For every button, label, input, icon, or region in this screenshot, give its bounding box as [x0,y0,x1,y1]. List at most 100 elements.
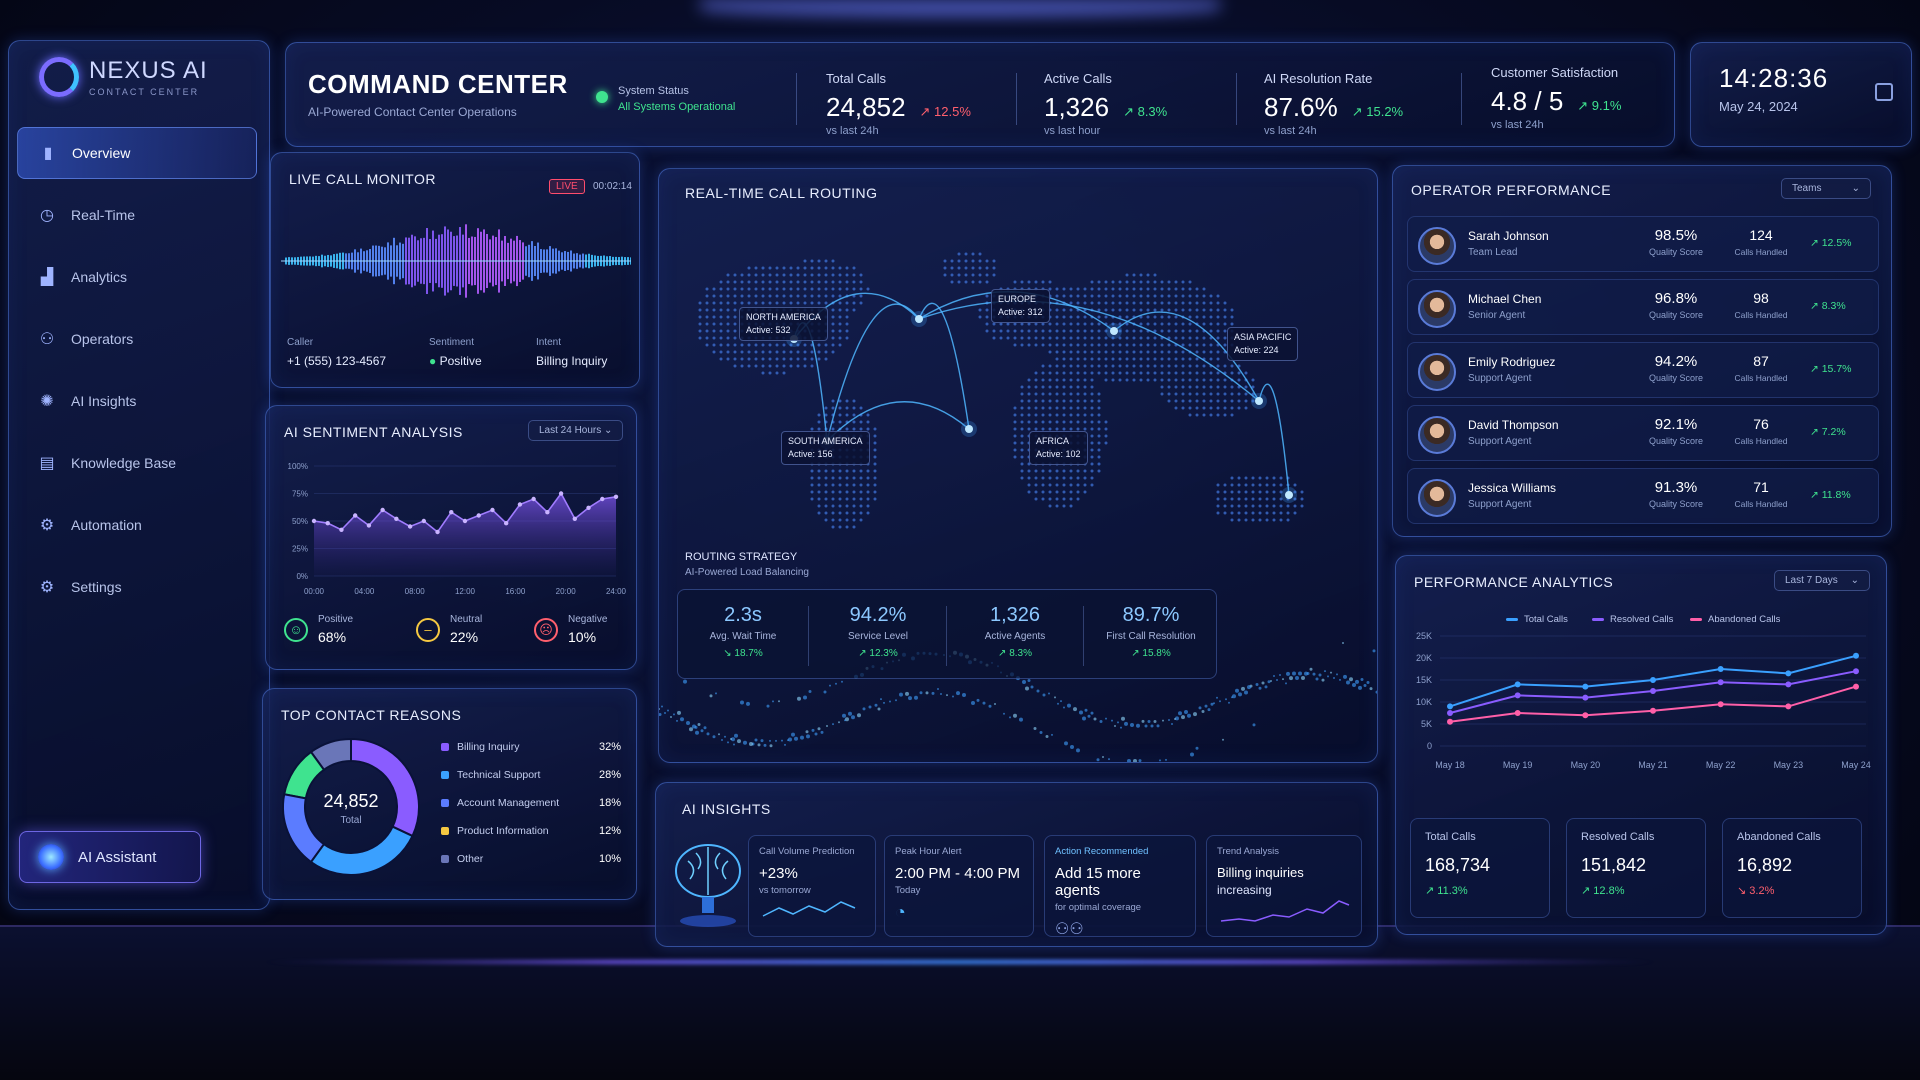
sidebar-item-automation[interactable]: ⚙ Automation [17,499,257,551]
particle [1198,706,1202,710]
particle [683,679,687,684]
map-dot [1020,469,1024,473]
quality-score: 91.3% Quality Score [1636,479,1716,509]
x-tick-label: May 23 [1774,760,1804,770]
sidebar-item-analytics[interactable]: ▟ Analytics [17,251,257,303]
map-dot [1174,329,1178,333]
map-dot [817,350,821,354]
sidebar-item-real-time[interactable]: ◷ Real-Time [17,189,257,241]
map-dot [1286,511,1290,515]
map-dot [1090,343,1094,347]
map-dot [1202,385,1206,389]
map-dot [817,287,821,291]
stat-abandoned-calls: Abandoned Calls 16,892 3.2% [1722,818,1862,918]
reason-pct: 18% [598,797,621,809]
map-dot [1069,357,1073,361]
kpi-customer-satisfaction: Customer Satisfaction 4.8 / 59.1% vs las… [1491,65,1621,131]
map-dot [866,476,870,480]
range-dropdown[interactable]: Last 7 Days ⌄ [1774,570,1870,591]
map-dot [1055,469,1059,473]
page-title: COMMAND CENTER [308,69,568,99]
map-dot [824,350,828,354]
map-dot [1048,392,1052,396]
map-dot [726,336,730,340]
hub-node [1255,397,1263,405]
map-dot [1195,343,1199,347]
series-point [1582,683,1589,690]
kpi-note: vs last 24h [1491,119,1544,131]
particle [661,705,663,708]
map-dot [1139,364,1143,368]
sentiment-point [449,510,454,515]
map-dot [1188,343,1192,347]
map-dot [1230,483,1234,487]
map-dot [1104,434,1108,438]
map-dot [1125,308,1129,312]
avatar [1418,479,1456,517]
operator-row[interactable]: Jessica Williams Support Agent 91.3% Qual… [1407,468,1879,524]
sidebar-item-overview[interactable]: ▮ Overview [17,127,257,179]
map-dot [985,266,989,270]
map-dot [1181,399,1185,403]
insight-action-recommended[interactable]: Action Recommended Add 15 more agents fo… [1044,835,1196,938]
map-dot [810,280,814,284]
sidebar-item-settings[interactable]: ⚙ Settings [17,561,257,613]
insight-trend-analysis[interactable]: Trend Analysis Billing inquiries increas… [1206,835,1362,937]
particle [1285,682,1287,685]
sidebar-item-ai-insights[interactable]: ✺ AI Insights [17,375,257,427]
map-dot [838,336,842,340]
particle [1324,670,1326,673]
map-dot [1286,504,1290,508]
map-dot [1076,497,1080,501]
series-point [1650,707,1656,714]
operator-row[interactable]: Michael Chen Senior Agent 96.8% Quality S… [1407,279,1879,335]
map-dot [1202,392,1206,396]
map-dot [845,504,849,508]
map-dot [796,357,800,361]
operator-row[interactable]: Emily Rodriguez Support Agent 94.2% Quali… [1407,342,1879,398]
kpi-note: vs last 24h [826,125,879,137]
region-active: Active: 224 [1234,345,1279,355]
map-dot [1069,469,1073,473]
map-dot [1223,497,1227,501]
map-dot [985,273,989,277]
map-dot [831,343,835,347]
ai-assistant-button[interactable]: AI Assistant [19,831,201,883]
teams-dropdown[interactable]: Teams ⌄ [1781,178,1871,199]
map-dot [1223,511,1227,515]
operator-row[interactable]: David Thompson Support Agent 92.1% Qualit… [1407,405,1879,461]
operator-row[interactable]: Sarah Johnson Team Lead 98.5% Quality Sco… [1407,216,1879,272]
range-dropdown[interactable]: Last 24 Hours ⌄ [528,420,624,441]
map-dot [1237,399,1241,403]
map-dot [754,343,758,347]
map-dot [789,287,793,291]
particle [1258,686,1262,690]
map-dot [1195,336,1199,340]
map-dot [831,287,835,291]
map-dot [796,294,800,298]
particle [1219,700,1221,703]
map-dot [817,357,821,361]
map-dot [831,294,835,298]
kpi-delta: 12.5% [920,104,971,120]
map-dot [845,525,849,529]
sidebar-item-operators[interactable]: ⚇ Operators [17,313,257,365]
map-dot [1132,287,1136,291]
insight-call-volume-prediction[interactable]: Call Volume Prediction +23% vs tomorrow [748,835,876,937]
map-dot [1216,371,1220,375]
map-dot [782,287,786,291]
map-dot [1188,364,1192,368]
particle [1156,724,1160,728]
calendar-icon[interactable] [1875,83,1893,101]
sidebar-item-knowledge-base[interactable]: ▤ Knowledge Base [17,437,257,489]
particle [667,709,669,712]
map-dot [1258,476,1262,480]
map-dot [999,329,1003,333]
particle [814,732,818,736]
insight-peak-hour-alert[interactable]: Peak Hour Alert 2:00 PM - 4:00 PM Today … [884,835,1034,937]
map-dot [705,322,709,326]
sidebar-item-label: Analytics [71,269,128,285]
map-dot [1055,399,1059,403]
map-dot [1104,371,1108,375]
map-dot [1104,308,1108,312]
